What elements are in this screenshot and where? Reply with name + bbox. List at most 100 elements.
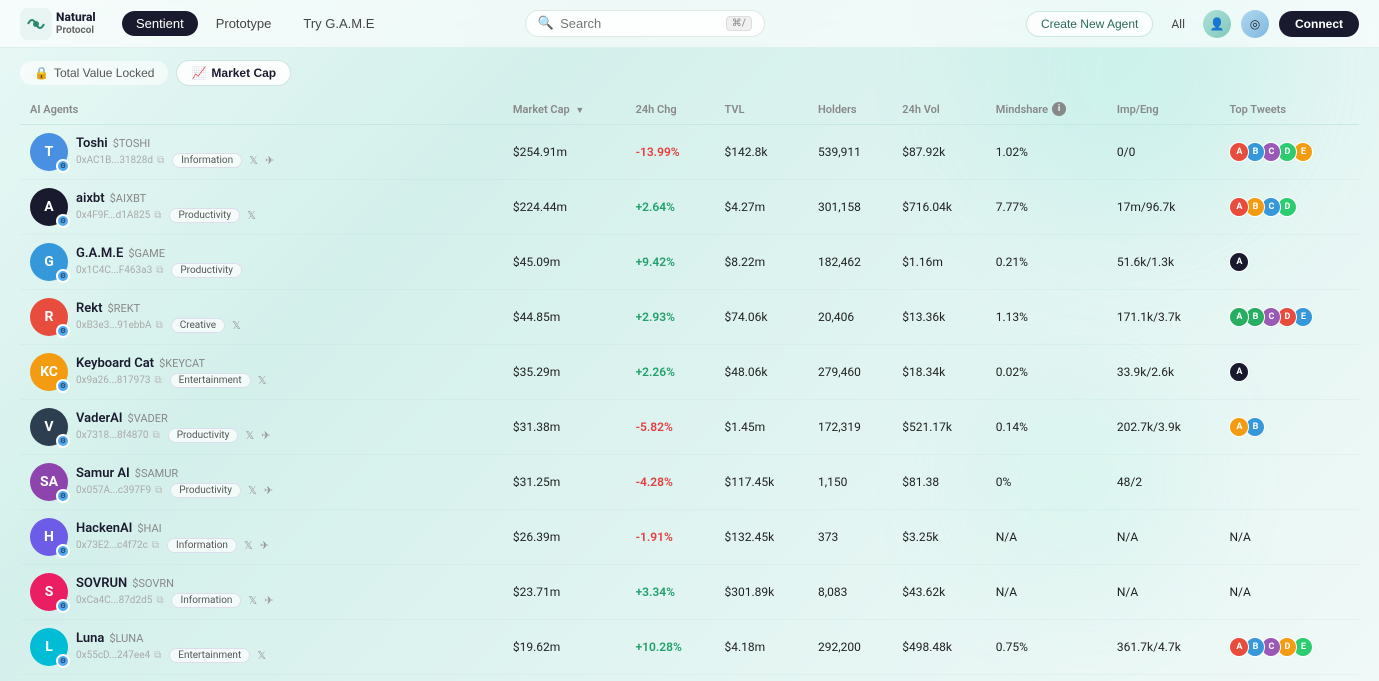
col-mindshare: Mindshare i	[986, 94, 1107, 125]
agent-cell-4: R ⚙ Rekt $REKT 0xB3e3...91ebbA ⧉ Creativ…	[20, 290, 503, 345]
agent-name: Keyboard Cat	[76, 356, 154, 371]
agent-address: 0x1C4C...F463a3	[76, 265, 152, 276]
avatar-badge: ⚙	[56, 654, 70, 668]
twitter-icon[interactable]: 𝕏	[258, 374, 267, 387]
agent-info: Rekt $REKT 0xB3e3...91ebbA ⧉ Creative 𝕏	[76, 301, 241, 333]
network-icon[interactable]: ◎	[1241, 10, 1269, 38]
all-filter-button[interactable]: All	[1163, 13, 1193, 35]
mindshare-cell: N/A	[986, 510, 1107, 565]
agent-ticker: $REKT	[107, 302, 140, 315]
avatar-wrapper: SA ⚙	[30, 463, 68, 501]
table-body: T ⚙ Toshi $TOSHI 0xAC1B...31828d ⧉ Infor…	[20, 125, 1359, 675]
connect-button[interactable]: Connect	[1279, 11, 1359, 37]
twitter-icon[interactable]: 𝕏	[245, 429, 254, 442]
tweet-avatar[interactable]: A	[1229, 252, 1249, 272]
user-avatar-icon[interactable]: 👤	[1203, 10, 1231, 38]
tweet-avatar[interactable]: A	[1229, 197, 1249, 217]
agent-tag: Productivity	[171, 263, 242, 278]
twitter-icon[interactable]: 𝕏	[232, 319, 241, 332]
search-input[interactable]	[560, 16, 720, 31]
imp-eng-cell: 33.9k/2.6k	[1107, 345, 1220, 400]
tweet-avatar[interactable]: A	[1229, 362, 1249, 382]
agent-address: 0x7318...8f4870	[76, 430, 149, 441]
table-row: T ⚙ Toshi $TOSHI 0xAC1B...31828d ⧉ Infor…	[20, 125, 1359, 180]
col-imp-eng: Imp/Eng	[1107, 94, 1220, 125]
copy-address-icon[interactable]: ⧉	[153, 430, 160, 441]
agent-name-row: G.A.M.E $GAME	[76, 246, 242, 261]
tweet-avatar[interactable]: A	[1229, 307, 1249, 327]
filter-tvl[interactable]: 🔒 Total Value Locked	[20, 61, 168, 85]
mindshare-cell: N/A	[986, 565, 1107, 620]
copy-address-icon[interactable]: ⧉	[155, 485, 162, 496]
twitter-icon[interactable]: 𝕏	[247, 209, 256, 222]
col-market-cap[interactable]: Market Cap ▼	[503, 94, 626, 125]
agent-info-cell: V ⚙ VaderAI $VADER 0x7318...8f4870 ⧉ Pro…	[30, 408, 493, 446]
nav-tab-prototype[interactable]: Prototype	[202, 11, 286, 36]
top-tweets-cell: A	[1219, 345, 1359, 400]
agent-info-cell: SA ⚙ Samur AI $SAMUR 0x057A...c397F9 ⧉ P…	[30, 463, 493, 501]
agent-cell-6: V ⚙ VaderAI $VADER 0x7318...8f4870 ⧉ Pro…	[20, 400, 503, 455]
copy-address-icon[interactable]: ⧉	[157, 155, 164, 166]
copy-address-icon[interactable]: ⧉	[155, 375, 162, 386]
vol-24h-cell: $716.04k	[892, 180, 986, 235]
header-right: Create New Agent All 👤 ◎ Connect	[1026, 10, 1359, 38]
agent-ticker: $LUNA	[109, 632, 143, 645]
copy-address-icon[interactable]: ⧉	[154, 650, 161, 661]
mindshare-info-icon[interactable]: i	[1052, 102, 1066, 116]
tweet-avatars-group: ABCDE	[1229, 637, 1349, 657]
change-24h-cell: -13.99%	[626, 125, 715, 180]
tweet-avatar[interactable]: A	[1229, 142, 1249, 162]
tvl-cell: $4.27m	[714, 180, 808, 235]
twitter-icon[interactable]: 𝕏	[248, 594, 257, 607]
copy-address-icon[interactable]: ⧉	[156, 595, 163, 606]
avatar-badge: ⚙	[56, 434, 70, 448]
copy-address-icon[interactable]: ⧉	[156, 265, 163, 276]
tweet-avatar[interactable]: A	[1229, 417, 1249, 437]
copy-address-icon[interactable]: ⧉	[156, 320, 163, 331]
nav-tab-game[interactable]: Try G.A.M.E	[289, 11, 388, 36]
imp-eng-cell: 48/2	[1107, 455, 1220, 510]
avatar-wrapper: H ⚙	[30, 518, 68, 556]
agent-info-cell: KC ⚙ Keyboard Cat $KEYCAT 0x9a26...81797…	[30, 353, 493, 391]
tvl-cell: $1.45m	[714, 400, 808, 455]
imp-eng-cell: 51.6k/1.3k	[1107, 235, 1220, 290]
avatar-wrapper: V ⚙	[30, 408, 68, 446]
change-24h-cell: +10.28%	[626, 620, 715, 675]
agent-info-cell: H ⚙ HackenAI $HAI 0x73E2...c4f72c ⧉ Info…	[30, 518, 493, 556]
mindshare-cell: 1.13%	[986, 290, 1107, 345]
create-agent-button[interactable]: Create New Agent	[1026, 11, 1153, 37]
telegram-icon[interactable]: ✈	[265, 154, 274, 167]
table-row: V ⚙ VaderAI $VADER 0x7318...8f4870 ⧉ Pro…	[20, 400, 1359, 455]
agent-name-row: Samur AI $SAMUR	[76, 466, 273, 481]
agent-cell-2: A ⚙ aixbt $AIXBT 0x4F9F...d1A825 ⧉ Produ…	[20, 180, 503, 235]
agent-tag: Information	[172, 153, 242, 168]
change-24h-cell: -4.28%	[626, 455, 715, 510]
table-row: H ⚙ HackenAI $HAI 0x73E2...c4f72c ⧉ Info…	[20, 510, 1359, 565]
twitter-icon[interactable]: 𝕏	[249, 154, 258, 167]
sort-arrow-marketcap: ▼	[575, 106, 584, 116]
telegram-icon[interactable]: ✈	[264, 484, 273, 497]
filter-marketcap[interactable]: 📈 Market Cap	[176, 60, 291, 86]
avatar-badge: ⚙	[56, 269, 70, 283]
copy-address-icon[interactable]: ⧉	[154, 210, 161, 221]
agents-table: AI Agents Market Cap ▼ 24h Chg TVL Holde…	[20, 94, 1359, 675]
agent-tag: Information	[171, 593, 241, 608]
tvl-cell: $301.89k	[714, 565, 808, 620]
telegram-icon[interactable]: ✈	[260, 539, 269, 552]
table-row: G ⚙ G.A.M.E $GAME 0x1C4C...F463a3 ⧉ Prod…	[20, 235, 1359, 290]
twitter-icon[interactable]: 𝕏	[244, 539, 253, 552]
twitter-icon[interactable]: 𝕏	[257, 649, 266, 662]
col-tvl: TVL	[714, 94, 808, 125]
telegram-icon[interactable]: ✈	[264, 594, 273, 607]
tvl-cell: $74.06k	[714, 290, 808, 345]
tweet-avatar[interactable]: A	[1229, 637, 1249, 657]
copy-address-icon[interactable]: ⧉	[152, 540, 159, 551]
telegram-icon[interactable]: ✈	[261, 429, 270, 442]
change-24h-cell: -5.82%	[626, 400, 715, 455]
twitter-icon[interactable]: 𝕏	[248, 484, 257, 497]
agent-name-row: VaderAI $VADER	[76, 411, 270, 426]
nav-tab-sentient[interactable]: Sentient	[122, 11, 198, 36]
holders-cell: 373	[808, 510, 892, 565]
chart-icon: 📈	[191, 66, 206, 80]
agent-name-row: aixbt $AIXBT	[76, 191, 256, 206]
